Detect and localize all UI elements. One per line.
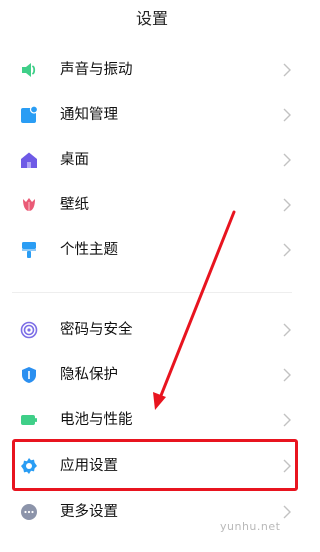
chevron-right-icon xyxy=(283,505,291,518)
settings-item-label: 通知管理 xyxy=(60,106,118,123)
settings-item-label: 更多设置 xyxy=(60,503,118,520)
settings-item-label: 个性主题 xyxy=(60,241,118,258)
chevron-right-icon xyxy=(283,323,291,336)
watermark: yunhu.net xyxy=(220,520,281,533)
chevron-right-icon xyxy=(283,198,291,211)
settings-item-privacy[interactable]: 隐私保护 xyxy=(0,352,304,397)
settings-item-themes[interactable]: 个性主题 xyxy=(0,227,304,272)
chevron-right-icon xyxy=(283,63,291,76)
chevron-right-icon xyxy=(283,413,291,426)
chevron-right-icon xyxy=(283,108,291,121)
settings-item-notifications[interactable]: 通知管理 xyxy=(0,92,304,137)
battery-icon xyxy=(20,411,38,429)
notification-icon xyxy=(20,105,38,124)
page-title: 设置 xyxy=(135,9,168,28)
settings-item-wallpaper[interactable]: 壁纸 xyxy=(0,182,304,227)
shield-icon xyxy=(20,366,38,384)
settings-item-label: 声音与振动 xyxy=(60,61,133,78)
settings-item-home-screen[interactable]: 桌面 xyxy=(0,137,304,182)
settings-item-label: 电池与性能 xyxy=(60,411,133,428)
speaker-icon xyxy=(20,61,38,79)
settings-item-label: 壁纸 xyxy=(60,196,89,213)
section-divider xyxy=(12,292,292,293)
chevron-right-icon xyxy=(283,153,291,166)
settings-item-label: 桌面 xyxy=(60,151,89,168)
settings-item-sound-vibration[interactable]: 声音与振动 xyxy=(0,47,304,92)
chevron-right-icon xyxy=(283,368,291,381)
fingerprint-icon xyxy=(20,321,38,339)
settings-item-password-security[interactable]: 密码与安全 xyxy=(0,307,304,352)
chevron-right-icon xyxy=(283,243,291,256)
more-icon xyxy=(20,503,38,521)
tulip-icon xyxy=(20,196,38,214)
settings-item-battery-performance[interactable]: 电池与性能 xyxy=(0,397,304,442)
brush-icon xyxy=(20,241,38,259)
settings-item-label: 密码与安全 xyxy=(60,321,133,338)
home-icon xyxy=(20,151,38,169)
settings-item-label: 隐私保护 xyxy=(60,366,118,383)
highlight-box xyxy=(12,439,298,491)
